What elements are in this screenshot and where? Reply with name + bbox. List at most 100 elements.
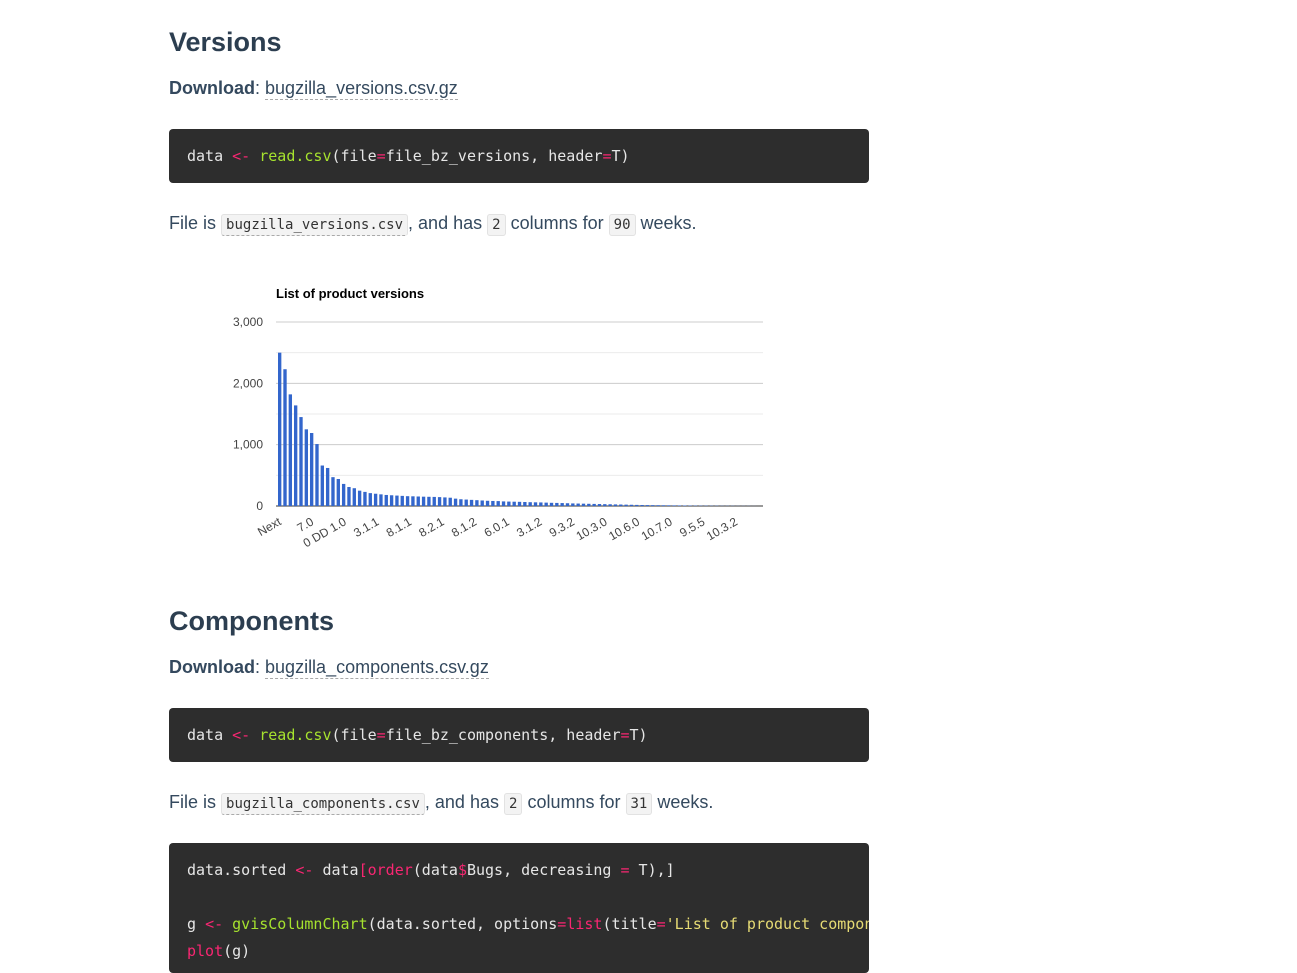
chart-bar[interactable]: [310, 433, 313, 506]
chart-bar[interactable]: [369, 493, 372, 506]
x-tick-label: 3.1.1: [351, 514, 381, 540]
chart-bar[interactable]: [385, 495, 388, 506]
chart-bar[interactable]: [603, 504, 606, 506]
chart-bar[interactable]: [624, 505, 627, 506]
chart-bar[interactable]: [374, 494, 377, 506]
chart-bar[interactable]: [454, 499, 457, 506]
chart-bar[interactable]: [422, 497, 425, 506]
chart-bar[interactable]: [299, 417, 302, 506]
code-text: (data: [413, 861, 458, 879]
chart-bar[interactable]: [497, 501, 500, 506]
chart-bar[interactable]: [598, 504, 601, 506]
code-string: 'List of product components': [666, 915, 869, 933]
components-filename[interactable]: bugzilla_components.csv: [221, 793, 425, 815]
chart-bar[interactable]: [401, 496, 404, 506]
chart-bar[interactable]: [470, 500, 473, 506]
code-line: g <- gvisColumnChart(data.sorted, option…: [187, 915, 869, 933]
chart-bar[interactable]: [529, 502, 532, 506]
chart-bar[interactable]: [443, 497, 446, 506]
chart-bar[interactable]: [614, 504, 617, 506]
chart-bar[interactable]: [390, 495, 393, 506]
chart-bar[interactable]: [555, 503, 558, 506]
chart-bar[interactable]: [667, 505, 670, 506]
x-tick-label: 3.1.2: [514, 514, 544, 540]
chart-bar[interactable]: [283, 369, 286, 506]
code-text: data: [313, 861, 358, 879]
info-text: , and has: [408, 213, 482, 233]
chart-bar[interactable]: [347, 487, 350, 506]
chart-bar[interactable]: [305, 429, 308, 506]
chart-bar[interactable]: [417, 496, 420, 506]
chart-bar[interactable]: [662, 505, 665, 506]
chart-bar[interactable]: [465, 500, 468, 506]
chart-bar[interactable]: [513, 502, 516, 506]
chart-bar[interactable]: [534, 502, 537, 506]
chart-bar[interactable]: [427, 497, 430, 506]
chart-bar[interactable]: [406, 496, 409, 506]
chart-bar[interactable]: [315, 444, 318, 506]
code-text: (file: [332, 147, 377, 165]
x-tick-label: 10.3.2: [704, 514, 740, 543]
code-text: (data.sorted, options: [368, 915, 558, 933]
chart-bar[interactable]: [353, 488, 356, 506]
chart-bar[interactable]: [571, 503, 574, 506]
chart-bar[interactable]: [507, 502, 510, 506]
chart-bar[interactable]: [321, 466, 324, 506]
chart-bar[interactable]: [672, 505, 675, 506]
chart-bar[interactable]: [582, 504, 585, 506]
chart-title: List of product versions: [276, 286, 424, 301]
chart-bar[interactable]: [640, 505, 643, 506]
chart-bar[interactable]: [491, 501, 494, 506]
chart-bar[interactable]: [342, 484, 345, 506]
code-line: plot(g): [187, 942, 250, 960]
chart-bar[interactable]: [518, 502, 521, 506]
code-text: [223, 915, 232, 933]
chart-bar[interactable]: [294, 405, 297, 506]
chart-bar[interactable]: [656, 505, 659, 506]
chart-bar[interactable]: [678, 505, 681, 506]
chart-bar[interactable]: [337, 479, 340, 506]
chart-bar[interactable]: [619, 505, 622, 506]
info-text: columns for: [527, 792, 620, 812]
chart-bar[interactable]: [363, 492, 366, 506]
chart-bar[interactable]: [326, 468, 329, 506]
chart-bar[interactable]: [395, 496, 398, 506]
chart-bar[interactable]: [651, 505, 654, 506]
chart-bar[interactable]: [379, 494, 382, 506]
versions-download-link[interactable]: bugzilla_versions.csv.gz: [265, 78, 458, 100]
components-download-link[interactable]: bugzilla_components.csv.gz: [265, 657, 489, 679]
chart-bar[interactable]: [331, 477, 334, 506]
code-function: order: [368, 861, 413, 879]
chart-bar[interactable]: [576, 504, 579, 506]
chart-bar[interactable]: [592, 504, 595, 506]
chart-bar[interactable]: [459, 499, 462, 506]
chart-bar[interactable]: [635, 505, 638, 506]
chart-bar[interactable]: [433, 497, 436, 506]
chart-bar[interactable]: [358, 491, 361, 506]
chart-bar[interactable]: [438, 497, 441, 506]
chart-bar[interactable]: [630, 505, 633, 506]
chart-bar[interactable]: [646, 505, 649, 506]
code-operator: =: [621, 861, 630, 879]
chart-bar[interactable]: [486, 501, 489, 506]
versions-filename[interactable]: bugzilla_versions.csv: [221, 214, 408, 236]
chart-bar[interactable]: [539, 502, 542, 506]
info-text: File is: [169, 213, 216, 233]
chart-bar[interactable]: [545, 503, 548, 506]
chart-bar[interactable]: [560, 503, 563, 506]
chart-bar[interactable]: [278, 353, 281, 506]
chart-bar[interactable]: [502, 501, 505, 506]
chart-bar[interactable]: [550, 503, 553, 506]
versions-column-count: 2: [487, 214, 505, 236]
info-text: File is: [169, 792, 216, 812]
chart-bar[interactable]: [587, 504, 590, 506]
chart-bar[interactable]: [449, 498, 452, 506]
chart-bar[interactable]: [481, 500, 484, 506]
code-text: T),]: [630, 861, 675, 879]
chart-bar[interactable]: [411, 496, 414, 506]
chart-bar[interactable]: [289, 394, 292, 506]
chart-bar[interactable]: [566, 503, 569, 506]
chart-bar[interactable]: [608, 504, 611, 506]
chart-bar[interactable]: [475, 500, 478, 506]
chart-bar[interactable]: [523, 502, 526, 506]
